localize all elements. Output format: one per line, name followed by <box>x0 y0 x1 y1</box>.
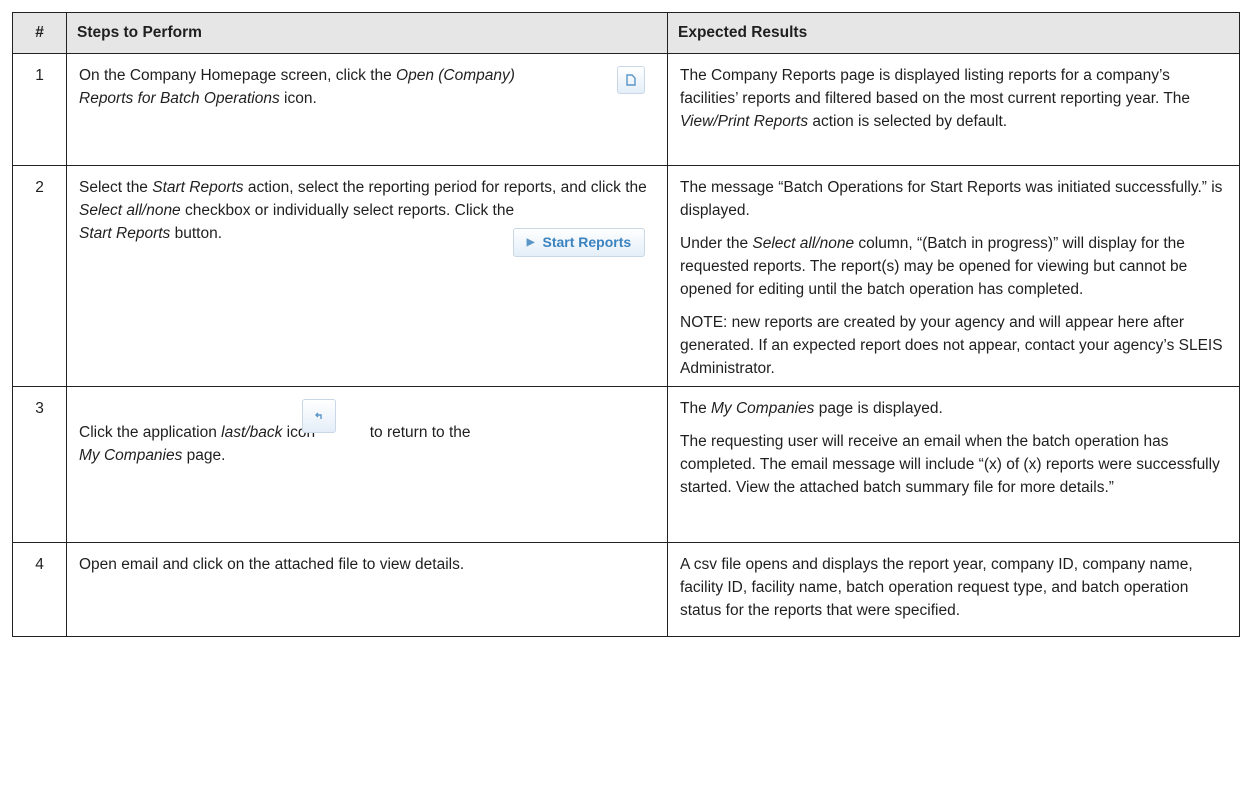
result-cell: A csv file opens and displays the report… <box>667 542 1240 637</box>
table-row: 4 Open email and click on the attached f… <box>12 542 1240 637</box>
result-cell: The message “Batch Operations for Start … <box>667 165 1240 387</box>
step-number: 3 <box>12 386 67 543</box>
step-number: 2 <box>12 165 67 387</box>
header-number: # <box>12 12 67 54</box>
result-paragraph: A csv file opens and displays the report… <box>680 556 1193 619</box>
step-text: Click the application last/back icon to … <box>79 424 471 464</box>
header-steps: Steps to Perform <box>66 12 668 54</box>
result-paragraph: The Company Reports page is displayed li… <box>680 67 1191 130</box>
step-text: Open email and click on the attached fil… <box>79 556 465 573</box>
result-paragraph: The My Companies page is displayed. <box>680 400 943 417</box>
test-steps-table: # Steps to Perform Expected Results 1 On… <box>12 12 1240 637</box>
header-row: # Steps to Perform Expected Results <box>12 12 1240 54</box>
step-number: 4 <box>12 542 67 637</box>
start-reports-button[interactable]: ▶ Start Reports <box>513 228 645 257</box>
table-row: 2 Select the Start Reports action, selec… <box>12 165 1240 387</box>
step-cell: Click the application last/back icon to … <box>66 386 668 543</box>
step-text: On the Company Homepage screen, click th… <box>79 67 515 107</box>
step-cell: Open email and click on the attached fil… <box>66 542 668 637</box>
result-paragraph: The requesting user will receive an emai… <box>680 433 1220 496</box>
table-row: 3 Click the application last/back icon t… <box>12 386 1240 543</box>
back-arrow-icon[interactable] <box>302 399 336 433</box>
step-number: 1 <box>12 53 67 166</box>
result-paragraph: The message “Batch Operations for Start … <box>680 179 1223 219</box>
result-paragraph: Under the Select all/none column, “(Batc… <box>680 235 1188 298</box>
step-cell: Select the Start Reports action, select … <box>66 165 668 387</box>
play-icon: ▶ <box>526 237 535 248</box>
result-cell: The My Companies page is displayed. The … <box>667 386 1240 543</box>
result-paragraph: NOTE: new reports are created by your ag… <box>680 314 1223 377</box>
step-cell: On the Company Homepage screen, click th… <box>66 53 668 166</box>
header-results: Expected Results <box>667 12 1240 54</box>
document-icon[interactable] <box>617 66 645 94</box>
table-row: 1 On the Company Homepage screen, click … <box>12 53 1240 166</box>
result-cell: The Company Reports page is displayed li… <box>667 53 1240 166</box>
